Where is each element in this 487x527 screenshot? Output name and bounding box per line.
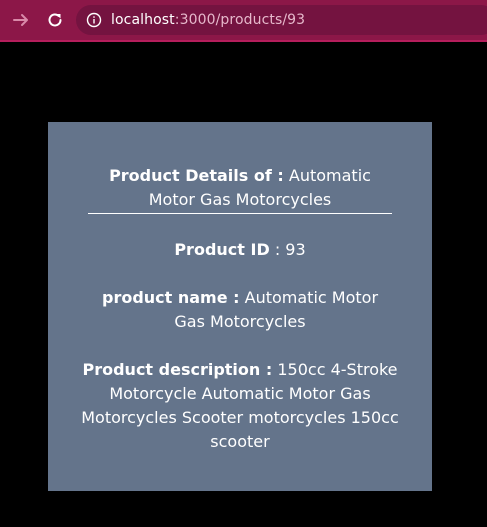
product-description-label: Product description : xyxy=(82,360,273,379)
url-path: :3000/products/93 xyxy=(174,12,306,28)
product-id-row: Product ID : 93 xyxy=(88,238,392,262)
info-icon[interactable] xyxy=(86,12,102,28)
product-details-card: Product Details of : Automatic Motor Gas… xyxy=(48,122,432,491)
product-description-row: Product description : 150cc 4-Stroke Mot… xyxy=(74,358,406,454)
product-id-label: Product ID xyxy=(174,240,270,259)
product-name-row: product name : Automatic Motor Gas Motor… xyxy=(88,286,392,334)
reload-button[interactable] xyxy=(44,9,66,31)
url-host: localhost xyxy=(111,12,175,28)
product-id-value: : 93 xyxy=(274,240,306,259)
address-bar[interactable]: localhost:3000/products/93 xyxy=(76,5,487,35)
product-name-label: product name : xyxy=(101,288,240,307)
reload-icon xyxy=(48,13,62,27)
product-title: Product Details of : Automatic Motor Gas… xyxy=(88,164,392,214)
browser-toolbar: localhost:3000/products/93 xyxy=(0,0,487,42)
arrow-right-icon xyxy=(13,14,28,26)
forward-button[interactable] xyxy=(10,9,32,31)
title-label: Product Details of : xyxy=(109,166,284,185)
url-text: localhost:3000/products/93 xyxy=(111,12,305,28)
